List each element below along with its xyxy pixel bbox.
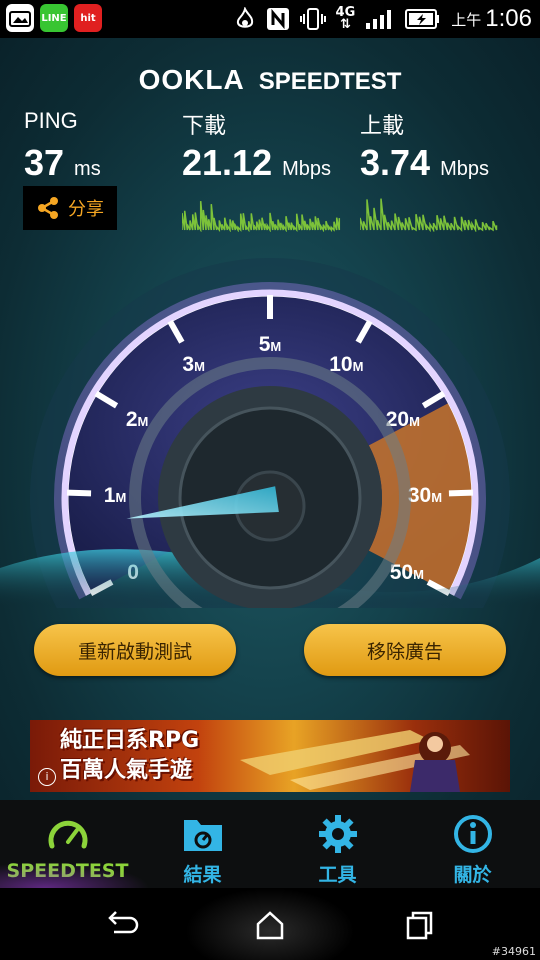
gauge-tick xyxy=(448,489,474,497)
share-icon xyxy=(38,197,58,219)
status-time: 1:06 xyxy=(485,5,532,32)
speed-gauge: 01M2M3M5M10M20M30M50M xyxy=(0,258,540,608)
speedtest-main: OOKLA SPEEDTEST PING 37 ms 分享 下載 21.12 Mbps… xyxy=(0,38,540,800)
gauge-tick xyxy=(66,489,92,497)
ad-headline: 純正日系RPG 百萬人氣手遊 xyxy=(60,726,199,786)
ad-info-icon[interactable]: i xyxy=(38,768,56,786)
line-icon: LINE xyxy=(40,4,68,32)
ad-banner[interactable]: 純正日系RPG 百萬人氣手遊 i xyxy=(30,720,510,792)
download-value: 21.12 Mbps xyxy=(182,142,331,183)
share-label: 分享 xyxy=(68,199,104,220)
gallery-icon xyxy=(6,4,34,32)
bottom-tab-bar: SPEEDTEST 結果 工具 關於 xyxy=(0,800,540,888)
ad-line-1: 純正日系RPG xyxy=(60,728,200,753)
tab-tools-label: 工具 xyxy=(318,864,357,886)
app-logo: OOKLA SPEEDTEST xyxy=(0,64,540,96)
tab-speedtest[interactable]: SPEEDTEST xyxy=(0,800,150,888)
tab-speedtest-label: SPEEDTEST xyxy=(6,860,129,882)
tab-about[interactable]: 關於 xyxy=(405,800,540,888)
upload-value: 3.74 Mbps xyxy=(360,142,489,183)
back-icon[interactable] xyxy=(102,908,142,942)
status-ampm: 上午 xyxy=(451,10,482,29)
info-icon xyxy=(453,815,492,853)
recent-apps-icon[interactable] xyxy=(400,908,440,942)
system-nav-bar: #34961 xyxy=(0,888,540,960)
nfc-icon xyxy=(266,8,289,30)
upload-label: 上載 xyxy=(360,113,405,138)
ping-label: PING xyxy=(24,108,78,133)
download-label: 下載 xyxy=(182,113,227,138)
retest-button[interactable]: 重新啟動測試 xyxy=(34,624,236,676)
tab-results-label: 結果 xyxy=(183,864,222,886)
download-sparkline xyxy=(182,201,341,232)
ping-value: 37 ms xyxy=(24,142,101,183)
hitfm-icon: hit xyxy=(74,4,102,32)
home-icon[interactable] xyxy=(250,908,290,942)
upload-unit: Mbps xyxy=(440,158,489,180)
tab-results[interactable]: 結果 xyxy=(135,800,270,888)
tab-about-label: 關於 xyxy=(453,864,492,886)
tab-tools[interactable]: 工具 xyxy=(270,800,405,888)
folder-icon xyxy=(183,820,222,851)
product-name: SPEEDTEST xyxy=(258,68,402,95)
fire-icon xyxy=(236,7,253,28)
signal-icon xyxy=(366,10,392,29)
status-bar: LINE hit 4G ⇅ 上午 1:06 xyxy=(0,0,540,38)
share-button[interactable]: 分享 xyxy=(23,186,117,230)
brand-name: OOKLA xyxy=(138,64,245,95)
watermark: #34961 xyxy=(491,945,536,958)
speedometer-icon xyxy=(48,820,87,849)
upload-sparkline xyxy=(360,198,498,232)
download-unit: Mbps xyxy=(282,158,331,180)
vibrate-icon xyxy=(299,8,326,30)
gear-icon xyxy=(318,815,357,853)
remove-ads-button[interactable]: 移除廣告 xyxy=(304,624,506,676)
ping-unit: ms xyxy=(74,158,101,180)
ad-artwork xyxy=(240,730,470,792)
ad-line-2: 百萬人氣手遊 xyxy=(60,758,193,783)
network-type: 4G ⇅ xyxy=(335,5,356,32)
battery-icon xyxy=(405,9,440,29)
